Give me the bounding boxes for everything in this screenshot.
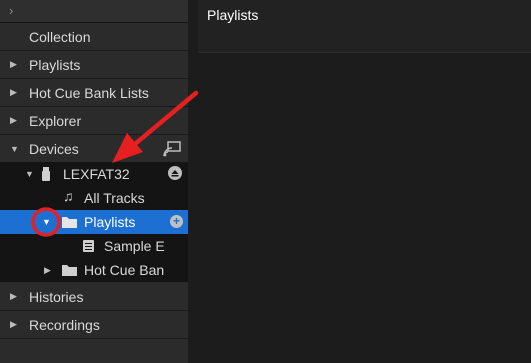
triangle-right-icon[interactable]: ▶: [10, 319, 20, 330]
folder-icon: [62, 217, 77, 228]
sidebar-item-label: Playlists: [29, 56, 81, 73]
tree-item-device[interactable]: ▼ LEXFAT32: [0, 162, 188, 186]
folder-icon: [62, 265, 77, 276]
device-name: LEXFAT32: [63, 166, 130, 182]
chevron-right-icon[interactable]: ›: [9, 3, 13, 18]
triangle-down-icon[interactable]: ▼: [42, 217, 51, 227]
eject-icon[interactable]: [168, 166, 182, 180]
sidebar-item-label: Devices: [29, 140, 79, 157]
tree-item-label: Sample E: [104, 238, 165, 254]
sidebar-item-playlists[interactable]: ▶ Playlists: [0, 51, 188, 79]
sidebar-item-label: Hot Cue Bank Lists: [29, 84, 149, 101]
sidebar-item-devices[interactable]: ▼ Devices: [0, 135, 188, 163]
sidebar-item-label: Collection: [29, 28, 91, 45]
main-header: Playlists: [198, 0, 531, 53]
sidebar-collapse-bar[interactable]: ›: [0, 0, 188, 23]
sidebar-item-hot-cue-bank-lists[interactable]: ▶ Hot Cue Bank Lists: [0, 79, 188, 107]
tree-item-playlists[interactable]: ▼ Playlists +: [0, 210, 188, 234]
music-note-icon: ♫: [63, 188, 74, 204]
sidebar-item-label: Histories: [29, 288, 84, 305]
triangle-right-icon[interactable]: ▶: [10, 59, 20, 70]
sidebar: › Collection ▶ Playlists ▶ Hot Cue Bank …: [0, 0, 188, 363]
tree-item-hot-cue-bank[interactable]: ▶ Hot Cue Ban: [0, 258, 188, 282]
tree-item-label: All Tracks: [84, 190, 145, 206]
playlist-icon: [83, 240, 94, 252]
tree-item-label: Playlists: [84, 214, 136, 230]
sidebar-item-histories[interactable]: ▶ Histories: [0, 283, 188, 311]
triangle-right-icon[interactable]: ▶: [10, 291, 20, 302]
device-tree: ▼ LEXFAT32 ♫ All Tracks ▼ Playlists + Sa…: [0, 162, 188, 282]
tree-item-sample[interactable]: Sample E: [0, 234, 188, 258]
sidebar-item-recordings[interactable]: ▶ Recordings: [0, 311, 188, 339]
add-icon[interactable]: +: [170, 215, 183, 228]
device-sync-icon[interactable]: [162, 141, 182, 157]
sidebar-item-explorer[interactable]: ▶ Explorer: [0, 107, 188, 135]
triangle-right-icon[interactable]: ▶: [10, 115, 20, 126]
sidebar-item-label: Explorer: [29, 112, 82, 129]
sidebar-item-label: Recordings: [29, 316, 100, 333]
triangle-right-icon[interactable]: ▶: [44, 265, 51, 276]
usb-icon: [42, 167, 50, 181]
tree-item-all-tracks[interactable]: ♫ All Tracks: [0, 186, 188, 210]
main-panel: Playlists: [188, 0, 531, 363]
tree-item-label: Hot Cue Ban: [84, 262, 165, 278]
page-title: Playlists: [207, 7, 259, 23]
sidebar-item-collection[interactable]: Collection: [0, 23, 188, 51]
triangle-down-icon[interactable]: ▼: [25, 169, 34, 179]
triangle-down-icon[interactable]: ▼: [10, 144, 20, 154]
triangle-right-icon[interactable]: ▶: [10, 87, 20, 98]
